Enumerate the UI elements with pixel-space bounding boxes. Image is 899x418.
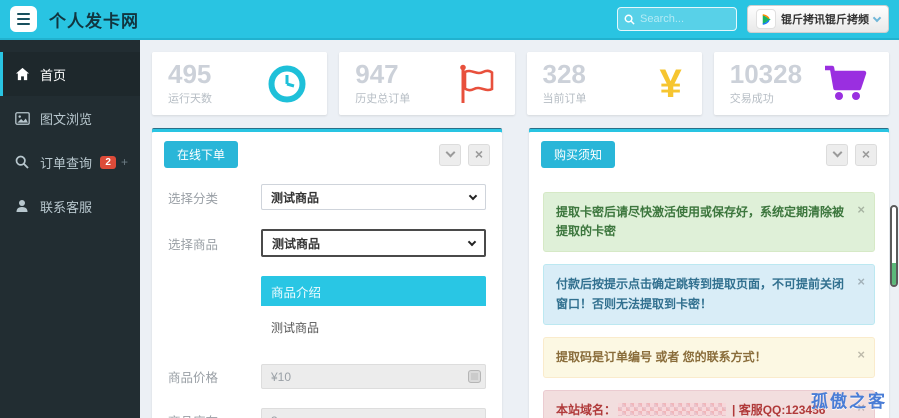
sidebar-item-order-query[interactable]: 订单查询 2 + <box>0 140 140 184</box>
stat-card-total-orders: 947 历史总订单 <box>339 52 515 115</box>
close-icon[interactable]: × <box>857 345 865 366</box>
image-icon <box>15 110 31 126</box>
sidebar-item-gallery[interactable]: 图文浏览 <box>0 96 140 140</box>
stat-value: 10328 <box>729 58 803 89</box>
sidebar-item-label: 订单查询 <box>40 155 93 171</box>
chevron-down-icon <box>832 147 842 158</box>
flag-icon <box>459 64 493 103</box>
watermark: 孤傲之客 <box>811 392 887 411</box>
stat-card-current-orders: 328 当前订单 ¥ <box>526 52 702 115</box>
input-addon-icon <box>468 370 481 383</box>
stock-input <box>261 408 486 418</box>
page: 个人发卡网 锟斤拷讯锟斤拷频 <box>0 0 899 418</box>
collapse-panel-button[interactable] <box>439 143 461 166</box>
stats-row: 495 运行天数 947 历史总订单 328 当前订单 ¥ 10328 交易成功 <box>152 52 889 115</box>
category-select[interactable]: 测试商品 <box>261 184 486 210</box>
alert-text-prefix: 本站域名： <box>556 402 617 417</box>
clock-icon <box>268 65 306 102</box>
purchase-notice-panel: 购买须知 × 提取卡密后请尽快激活使用或保存好，系统定期清除被提取的卡密 × 付… <box>529 128 889 418</box>
product-intro-text: 测试商品 <box>271 321 320 335</box>
redacted-domain <box>618 402 727 416</box>
cart-icon <box>825 65 867 100</box>
tencent-video-icon <box>756 9 776 29</box>
notice-alert-warning: 提取码是订单编号 或者 您的联系方式！ × <box>543 336 875 378</box>
main-content: 495 运行天数 947 历史总订单 328 当前订单 ¥ 10328 交易成功… <box>140 40 899 418</box>
category-label: 选择分类 <box>168 191 219 206</box>
menu-toggle-button[interactable] <box>10 6 37 32</box>
sidebar-item-contact-support[interactable]: 联系客服 <box>0 184 140 228</box>
stat-value: 947 <box>355 58 399 89</box>
close-icon[interactable]: × <box>857 200 865 221</box>
stat-label: 历史总订单 <box>355 93 411 106</box>
chevron-down-icon <box>467 237 477 246</box>
panel-title-badge[interactable]: 在线下单 <box>164 141 239 168</box>
online-order-panel: 在线下单 × 选择分类 测试商品 选择商品 测试商品 商品介绍 测试商品 商品价… <box>152 128 502 418</box>
close-icon: × <box>474 146 484 162</box>
stat-label: 当前订单 <box>542 93 587 106</box>
stat-card-running-days: 495 运行天数 <box>152 52 328 115</box>
stat-value: 495 <box>168 58 212 89</box>
user-icon <box>15 198 31 214</box>
alert-text: 付款后按提示点击确定跳转到提取页面，不可提前关闭窗口！否则无法提取到卡密！ <box>556 277 845 311</box>
category-selected-value: 测试商品 <box>271 190 320 205</box>
product-select[interactable]: 测试商品 <box>261 229 486 257</box>
price-label: 商品价格 <box>168 371 219 385</box>
collapse-panel-button[interactable] <box>826 143 848 166</box>
search-input[interactable] <box>640 13 728 25</box>
notice-alert-info: 付款后按提示点击确定跳转到提取页面，不可提前关闭窗口！否则无法提取到卡密！ × <box>543 264 875 325</box>
alert-text: 提取码是订单编号 或者 您的联系方式！ <box>556 349 767 364</box>
alert-text: 提取卡密后请尽快激活使用或保存好，系统定期清除被提取的卡密 <box>556 205 845 239</box>
yen-icon: ¥ <box>659 61 682 106</box>
site-title: 个人发卡网 <box>49 11 139 31</box>
panel-title-badge[interactable]: 购买须知 <box>541 141 616 168</box>
scrollbar-thumb[interactable] <box>890 205 898 287</box>
stat-label: 交易成功 <box>729 93 774 106</box>
chevron-down-icon <box>468 191 478 200</box>
notice-alert-success: 提取卡密后请尽快激活使用或保存好，系统定期清除被提取的卡密 × <box>543 192 875 253</box>
sidebar-item-home[interactable]: 首页 <box>0 52 140 96</box>
close-panel-button[interactable]: × <box>468 143 490 166</box>
stat-card-success-trades: 10328 交易成功 <box>713 52 889 115</box>
search-icon <box>624 14 635 25</box>
stat-label: 运行天数 <box>168 93 212 106</box>
close-icon: × <box>861 146 871 162</box>
sidebar: 首页 图文浏览 订单查询 2 + 联系客服 <box>0 40 140 418</box>
close-icon[interactable]: × <box>857 272 865 293</box>
stat-value: 328 <box>542 58 586 89</box>
account-label: 锟斤拷讯锟斤拷频 <box>781 14 869 26</box>
chevron-down-icon <box>872 13 882 22</box>
search-icon <box>15 154 31 170</box>
product-label: 选择商品 <box>168 237 219 252</box>
stock-label: 商品库存 <box>168 411 261 418</box>
order-count-badge: 2 <box>100 155 116 169</box>
sidebar-item-label: 首页 <box>40 67 67 83</box>
home-icon <box>15 66 31 82</box>
account-dropdown-button[interactable]: 锟斤拷讯锟斤拷频 <box>747 5 889 33</box>
product-intro-header: 商品介绍 <box>261 276 486 306</box>
header-search[interactable] <box>617 7 737 31</box>
chevron-down-icon <box>445 147 455 158</box>
sidebar-item-label: 联系客服 <box>40 199 93 215</box>
product-selected-value: 测试商品 <box>272 236 321 251</box>
top-header: 个人发卡网 锟斤拷讯锟斤拷频 <box>0 0 899 40</box>
close-panel-button[interactable]: × <box>855 143 877 166</box>
expand-plus-icon[interactable]: + <box>121 155 128 169</box>
price-input <box>261 364 486 389</box>
sidebar-item-label: 图文浏览 <box>40 111 93 127</box>
